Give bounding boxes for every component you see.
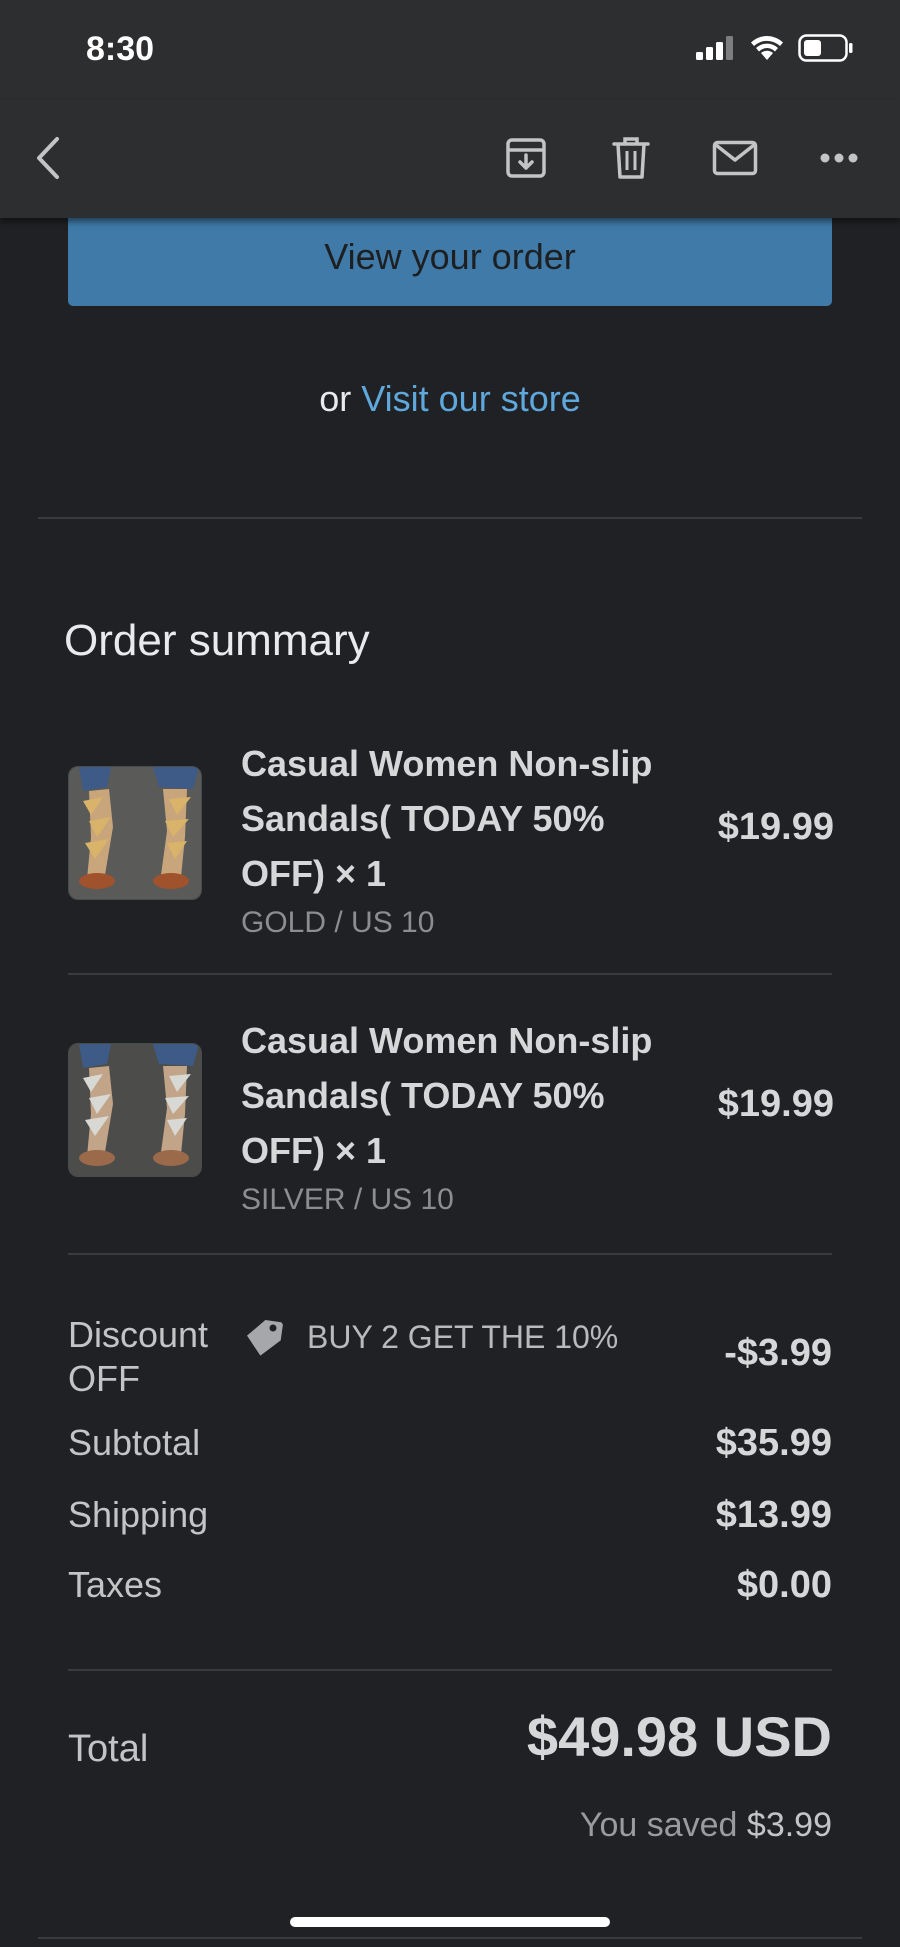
item-price: $19.99 (717, 1083, 834, 1125)
chevron-left-icon (37, 137, 59, 179)
shipping-value: $13.99 (715, 1494, 832, 1536)
taxes-label: Taxes (68, 1564, 163, 1605)
mail-icon (712, 140, 758, 176)
trash-icon (612, 137, 650, 179)
item-name: Casual Women Non-slip Sandals( TODAY 50%… (241, 743, 653, 894)
saved-amount: $3.99 (746, 1806, 832, 1844)
divider (68, 1253, 832, 1255)
saved-label: You saved (579, 1806, 738, 1844)
total-value: $49.98 USD (526, 1705, 832, 1768)
more-horizontal-icon (820, 153, 858, 163)
divider (38, 517, 862, 519)
divider (38, 1937, 862, 1939)
discount-value: -$3.99 (724, 1332, 832, 1374)
discount-label: Discount (68, 1314, 209, 1355)
home-indicator[interactable] (290, 1917, 610, 1927)
taxes-value: $0.00 (736, 1564, 832, 1606)
sandal-image (69, 1044, 201, 1176)
shipping-label: Shipping (68, 1494, 209, 1535)
mark-unread-button[interactable] (707, 130, 763, 186)
discount-label-off: OFF (68, 1358, 140, 1399)
item-price: $19.99 (717, 806, 834, 848)
email-body: View your order or Visit our store Order… (0, 218, 900, 1947)
visit-store-link[interactable]: Visit our store (361, 378, 580, 419)
discount-code: BUY 2 GET THE 10% (243, 1316, 618, 1358)
wifi-icon (751, 36, 783, 60)
or-text: or (319, 378, 352, 419)
subtotal-value: $35.99 (715, 1422, 832, 1464)
subtotal-label: Subtotal (68, 1422, 201, 1463)
view-order-button[interactable]: View your order (68, 218, 832, 306)
signal-icon (696, 36, 733, 60)
order-item: Casual Women Non-slip Sandals( TODAY 50%… (68, 736, 834, 939)
order-item: Casual Women Non-slip Sandals( TODAY 50%… (68, 1013, 834, 1216)
item-variant: SILVER / US 10 (241, 1183, 454, 1216)
total-label: Total (68, 1728, 149, 1770)
product-thumbnail (68, 1043, 202, 1177)
status-icons (696, 34, 854, 62)
divider (68, 1669, 832, 1671)
status-bar: 8:30 (0, 0, 900, 100)
discount-code-text: BUY 2 GET THE 10% (307, 1318, 619, 1355)
battery-icon (798, 34, 853, 62)
back-button[interactable] (20, 130, 76, 186)
divider (68, 973, 832, 975)
delete-button[interactable] (603, 130, 659, 186)
item-name: Casual Women Non-slip Sandals( TODAY 50%… (241, 1020, 653, 1171)
more-button[interactable] (811, 130, 867, 186)
product-thumbnail (68, 766, 202, 900)
email-toolbar (0, 100, 900, 218)
store-line: or Visit our store (0, 378, 900, 420)
order-summary-title: Order summary (64, 616, 370, 665)
archive-icon (506, 138, 546, 178)
status-time: 8:30 (86, 30, 155, 68)
saved-line: You saved $3.99 (580, 1806, 832, 1845)
archive-button[interactable] (498, 130, 554, 186)
item-variant: GOLD / US 10 (241, 906, 435, 939)
sandal-image (69, 767, 201, 899)
tag-icon (247, 1320, 283, 1356)
